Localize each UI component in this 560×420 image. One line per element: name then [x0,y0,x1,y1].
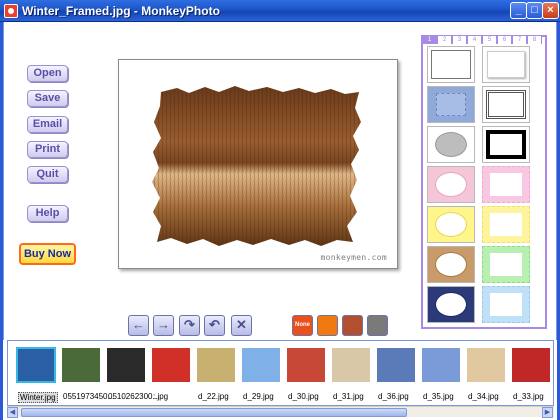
frame-style-yellow-oval[interactable] [427,206,475,243]
print-button[interactable]: Print [27,141,68,158]
title-bar: Winter_Framed.jpg - MonkeyPhoto _ □ × [0,0,560,22]
email-button[interactable]: Email [27,116,68,133]
filmstrip-label: d_22.jpg [198,392,229,401]
grey-effect-button[interactable] [367,315,388,336]
frame-style-double-line[interactable] [482,86,530,123]
scroll-right-icon[interactable]: ▶ [542,407,553,418]
frame-style-tan-oval[interactable] [427,246,475,283]
filmstrip-label: d_31.jpg [333,392,364,401]
frame-style-black-heavy[interactable] [482,126,530,163]
filmstrip-thumbnail[interactable] [511,347,551,383]
frame-tab-6[interactable]: 6 [497,35,512,44]
delete-button[interactable]: ✕ [231,315,252,336]
forward-arrow-button[interactable]: → [153,315,174,336]
watermark-text: monkeymen.com [320,253,387,262]
app-icon [4,4,18,18]
frame-style-pink-oval[interactable] [427,166,475,203]
scrollbar-thumb[interactable] [21,408,407,417]
frame-tab-5[interactable]: 5 [482,35,497,44]
filmstrip-label: 0510262300... [108,392,160,401]
frame-tab-8[interactable]: 8 [527,35,542,44]
rotate-left-button[interactable]: ↶ [204,315,225,336]
filmstrip-thumbnail[interactable] [286,347,326,383]
filmstrip-thumbnail[interactable] [16,347,56,383]
filmstrip-thumbnail[interactable] [106,347,146,383]
frame-style-pink-dotted[interactable] [482,166,530,203]
frame-style-blue-pattern[interactable] [427,86,475,123]
filmstrip-label: 0551973450... [63,392,115,401]
filmstrip-thumbnail[interactable] [376,347,416,383]
frame-style-navy-oval[interactable] [427,286,475,323]
filmstrip-label: Winter.jpg [18,392,58,403]
frame-tab-4[interactable]: 4 [467,35,482,44]
buy-now-button[interactable]: Buy Now [19,243,76,265]
filmstrip-label: :.jpg [153,392,169,401]
filmstrip-label: d_30.jpg [288,392,319,401]
back-arrow-button[interactable]: ← [128,315,149,336]
filmstrip-thumbnail[interactable] [241,347,281,383]
open-button[interactable]: Open [27,65,68,82]
color-effect-button[interactable] [317,315,338,336]
filmstrip-label: d_36.jpg [378,392,409,401]
frame-style-blue-dotted[interactable] [482,286,530,323]
scroll-left-icon[interactable]: ◀ [7,407,18,418]
framed-photo [152,86,361,246]
photo-canvas: monkeymen.com [118,59,398,269]
close-button[interactable]: × [542,2,559,19]
minimize-button[interactable]: _ [510,2,527,19]
filmstrip-scrollbar[interactable]: ◀ ▶ [7,406,554,418]
sepia-effect-button[interactable] [342,315,363,336]
save-button[interactable]: Save [27,90,68,107]
rotate-right-button[interactable]: ↷ [179,315,200,336]
filmstrip: Winter.jpg 0551973450... 0510262300...:.jp… [7,340,554,406]
filmstrip-label: d_35.jpg [423,392,454,401]
help-button[interactable]: Help [27,205,68,222]
frame-tab-1[interactable]: 1 [422,35,437,44]
frame-style-plain-white[interactable] [427,46,475,83]
filmstrip-thumbnail[interactable] [466,347,506,383]
filmstrip-label: d_33.jpg [513,392,544,401]
frame-tab-7[interactable]: 7 [512,35,527,44]
frame-tab-3[interactable]: 3 [452,35,467,44]
frame-style-white-shadow[interactable] [482,46,530,83]
filmstrip-thumbnail[interactable] [196,347,236,383]
none-effect-button[interactable]: None [292,315,313,336]
filmstrip-label: d_29.jpg [243,392,274,401]
filmstrip-label: d_34.jpg [468,392,499,401]
quit-button[interactable]: Quit [27,166,68,183]
maximize-button[interactable]: □ [526,2,543,19]
window-title: Winter_Framed.jpg - MonkeyPhoto [22,4,220,18]
filmstrip-thumbnail[interactable] [421,347,461,383]
filmstrip-thumbnail[interactable] [61,347,101,383]
frame-style-green-dotted[interactable] [482,246,530,283]
filmstrip-thumbnail[interactable] [331,347,371,383]
frame-tab-2[interactable]: 2 [437,35,452,44]
frame-style-yellow-dotted[interactable] [482,206,530,243]
frame-style-grey-oval[interactable] [427,126,475,163]
filmstrip-thumbnail[interactable] [151,347,191,383]
frame-tab-bar: 12345678 [422,35,542,44]
